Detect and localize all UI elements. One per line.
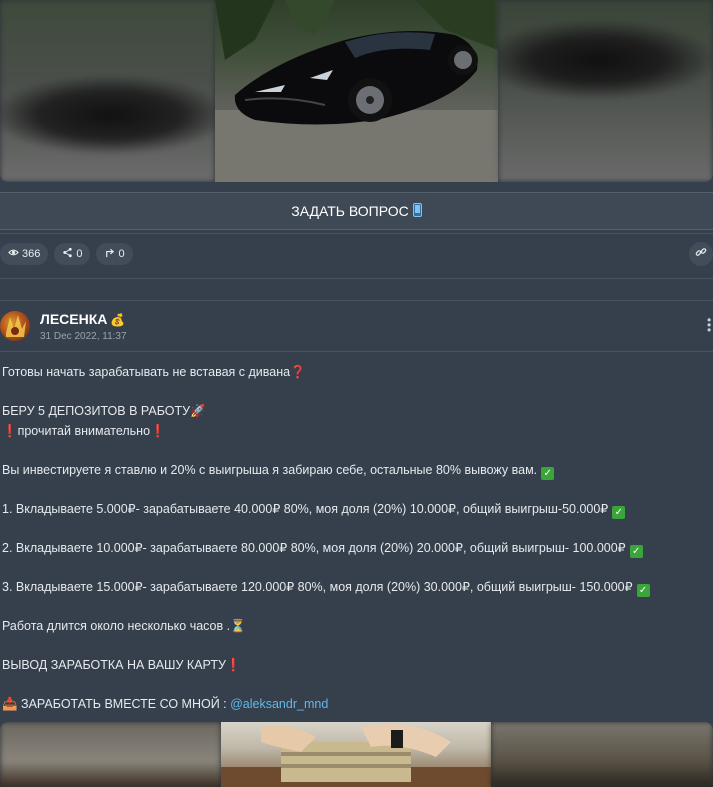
shares-count: 0 [76, 248, 83, 260]
car-photo[interactable] [215, 0, 498, 182]
media-gallery-top[interactable] [0, 0, 713, 182]
post-line: БЕРУ 5 ДЕПОЗИТОВ В РАБОТУ🚀 [2, 404, 206, 418]
blurred-photo-left [0, 722, 221, 787]
forward-icon [104, 247, 115, 261]
post-date: 31 Dec 2022, 11:37 [40, 331, 127, 342]
views-count: 366 [22, 248, 41, 260]
check-icon: ✓ [636, 583, 650, 597]
post-line: 3. Вкладываете 15.000₽- зарабатываете 12… [2, 578, 702, 598]
forwards-counter[interactable]: 0 [96, 243, 133, 265]
post-stats: 366 0 0 [0, 243, 133, 267]
check-icon: ✓ [541, 466, 555, 480]
share-icon [62, 247, 73, 261]
author-avatar[interactable] [0, 311, 30, 341]
views-counter[interactable]: 366 [0, 243, 49, 265]
post-line: 1. Вкладываете 5.000₽- зарабатываете 40.… [2, 500, 702, 520]
media-gallery-bottom[interactable] [0, 722, 713, 787]
ask-question-button[interactable]: ЗАДАТЬ ВОПРОС [0, 192, 713, 230]
more-options-icon[interactable]: • • • [707, 314, 711, 336]
check-icon: ✓ [629, 544, 643, 558]
link-icon [695, 245, 707, 263]
post-line: Вы инвестируете я ставлю и 20% с выигрыш… [2, 461, 702, 481]
phone-icon [412, 202, 422, 220]
author-name-row[interactable]: ЛЕСЕНКА 💰 [40, 311, 125, 327]
post-body: Готовы начать зарабатывать не вставая с … [2, 363, 702, 714]
check-icon: ✓ [612, 505, 626, 519]
divider [0, 351, 713, 352]
blurred-photo-left [0, 0, 215, 182]
blurred-photo-right [498, 0, 713, 182]
post-line: 📥 ЗАРАБОТАТЬ ВМЕСТЕ СО МНОЙ : @aleksandr… [2, 696, 329, 711]
money-illustration [221, 724, 491, 787]
forwards-count: 0 [118, 248, 125, 260]
divider [0, 233, 713, 234]
money-photo[interactable] [221, 722, 491, 787]
divider [0, 278, 713, 279]
ask-question-label: ЗАДАТЬ ВОПРОС [291, 203, 409, 219]
car-illustration [215, 0, 498, 182]
copy-link-button[interactable] [689, 242, 713, 266]
post-line: Готовы начать зарабатывать не вставая с … [2, 365, 306, 379]
blurred-photo-right [491, 722, 713, 787]
author-name: ЛЕСЕНКА [40, 311, 108, 327]
post-line: ❗прочитай внимательно❗ [2, 423, 166, 438]
eye-icon [8, 247, 19, 261]
shares-counter[interactable]: 0 [54, 243, 91, 265]
divider [0, 300, 713, 301]
post-line: ВЫВОД ЗАРАБОТКА НА ВАШУ КАРТУ❗ [2, 657, 242, 672]
post-line: 2. Вкладываете 10.000₽- зарабатываете 80… [2, 539, 702, 559]
money-bag-icon: 💰 [110, 313, 126, 327]
post-line: Работа длится около несколько часов .⏳ [2, 618, 246, 633]
author-mention-link[interactable]: @aleksandr_mnd [230, 697, 328, 711]
